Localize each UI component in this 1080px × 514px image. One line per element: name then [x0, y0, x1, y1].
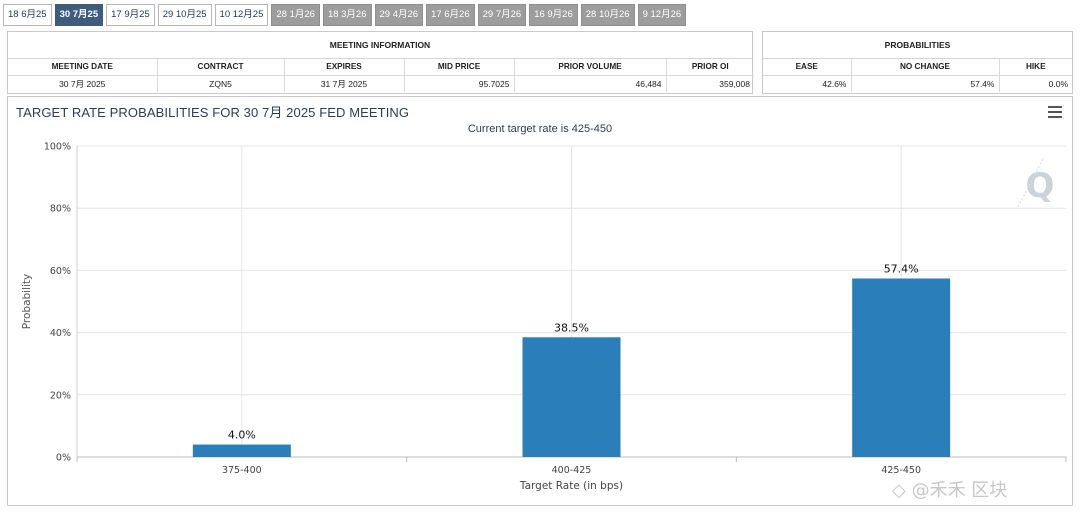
target-rate-chart-panel: TARGET RATE PROBABILITIES FOR 30 7月 2025…	[7, 96, 1073, 506]
meeting-tab[interactable]: 30 7月25	[54, 4, 104, 26]
meeting-tab[interactable]: 17 6月26	[426, 4, 475, 26]
probabilities-panel: PROBABILITIES EASE NO CHANGE HIKE 42.6% 57.…	[762, 31, 1073, 94]
bar-value-label: 4.0%	[228, 429, 256, 442]
table-cell: 95.7025	[404, 75, 515, 92]
meeting-tab[interactable]: 28 1月26	[271, 4, 320, 26]
y-tick-label: 100%	[44, 142, 71, 153]
probabilities-table: EASE NO CHANGE HIKE 42.6% 57.4% 0.0%	[763, 59, 1072, 92]
column-header: PRIOR OI	[666, 59, 754, 76]
meeting-tab[interactable]: 29 10月25	[157, 4, 212, 26]
quikstrike-logo-icon: Q	[1026, 166, 1055, 206]
table-cell: 31 7月 2025	[284, 75, 405, 92]
meeting-tab[interactable]: 18 6月25	[3, 4, 52, 26]
table-cell: 46,484	[514, 75, 667, 92]
table-cell: 0.0%	[1048, 78, 1068, 89]
y-axis-title: Probability	[21, 274, 33, 330]
meeting-information-title: MEETING INFORMATION	[8, 32, 752, 59]
column-header: HIKE	[999, 59, 1072, 76]
x-tick-label: 400-425	[552, 465, 592, 476]
meeting-tab[interactable]: 16 9月26	[529, 4, 578, 26]
table-cell: 30 7月 2025	[8, 75, 158, 92]
bar	[522, 337, 621, 457]
table-cell: 42.6%	[763, 75, 852, 92]
meeting-information-table: MEETING DATE CONTRACT EXPIRES MID PRICE PRIO…	[8, 59, 754, 92]
meeting-tab[interactable]: 28 10月26	[580, 4, 635, 26]
meeting-information-panel: MEETING INFORMATION MEETING DATE CONTRACT…	[7, 31, 754, 94]
column-header: MID PRICE	[404, 59, 515, 76]
column-header: MEETING DATE	[8, 59, 158, 76]
watermark: ◇ @禾禾 区块	[892, 480, 1008, 501]
table-cell: 359,008	[719, 78, 750, 89]
bar	[852, 278, 951, 457]
x-tick-label: 425-450	[881, 465, 921, 476]
x-tick-label: 375-400	[222, 465, 262, 476]
target-rate-bar-chart: 0% 20% 40% 60% 80% 100% 4.0% 375-400 38.5% 400-42…	[21, 142, 1067, 492]
column-header: CONTRACT	[157, 59, 285, 76]
probabilities-title: PROBABILITIES	[763, 32, 1072, 59]
table-cell: ZQN5	[157, 75, 285, 92]
meeting-tab[interactable]: 10 12月25	[214, 4, 269, 26]
y-tick-label: 60%	[50, 266, 71, 277]
meeting-tab[interactable]: 29 4月26	[374, 4, 424, 26]
column-header: EASE	[763, 59, 852, 76]
bar-value-label: 38.5%	[554, 321, 589, 334]
bar-value-label: 57.4%	[884, 262, 919, 275]
x-axis-title: Target Rate (in bps)	[519, 480, 623, 492]
column-header: PRIOR VOLUME	[514, 59, 667, 76]
meeting-tab[interactable]: 9 12月26	[637, 4, 687, 26]
column-header: EXPIRES	[284, 59, 405, 76]
y-tick-label: 40%	[50, 328, 71, 339]
y-tick-label: 0%	[56, 453, 71, 464]
meeting-tab[interactable]: 29 7月26	[477, 4, 527, 26]
bar	[192, 444, 291, 457]
column-header: NO CHANGE	[851, 59, 1000, 76]
y-tick-label: 20%	[50, 390, 71, 401]
meeting-tab[interactable]: 17 9月25	[106, 4, 155, 26]
meeting-date-tabs: 18 6月25 30 7月25 17 9月25 29 10月25 10 12月25 28 …	[3, 4, 687, 26]
table-cell: 57.4%	[851, 75, 1000, 92]
meeting-tab[interactable]: 18 3月26	[322, 4, 372, 26]
y-tick-label: 80%	[50, 204, 71, 215]
